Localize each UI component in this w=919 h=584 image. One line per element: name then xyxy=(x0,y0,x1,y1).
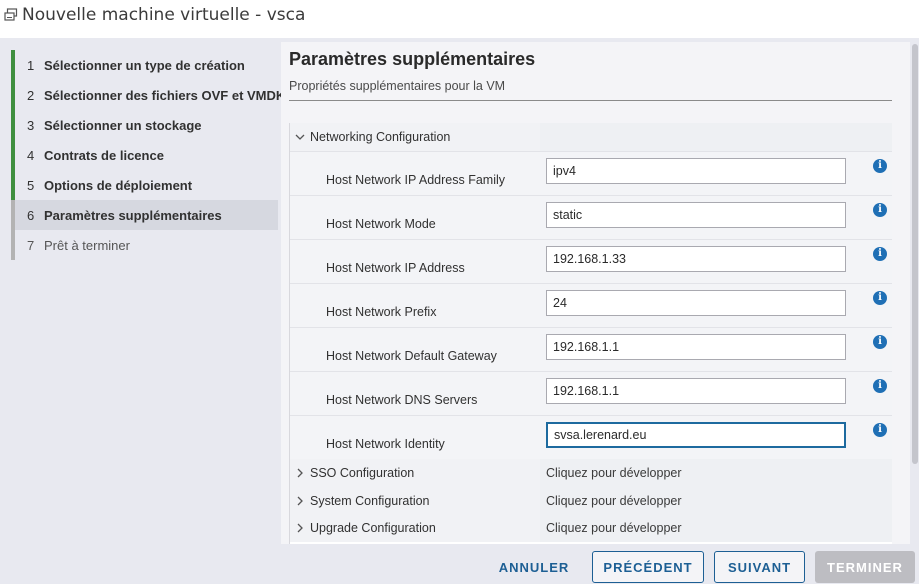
ip-address-input[interactable] xyxy=(546,246,846,272)
previous-button[interactable]: PRÉCÉDENT xyxy=(592,551,704,583)
step-number: 3 xyxy=(27,117,35,133)
chevron-right-icon xyxy=(297,468,303,478)
ip-family-input[interactable] xyxy=(546,158,846,184)
group-label: System Configuration xyxy=(310,494,430,508)
step-2[interactable]: 2 Sélectionner des fichiers OVF et VMDK xyxy=(11,80,285,110)
step-number: 1 xyxy=(27,57,35,73)
cancel-button[interactable]: ANNULER xyxy=(490,551,578,583)
page-title: Paramètres supplémentaires xyxy=(289,49,536,69)
step-number: 5 xyxy=(27,177,35,193)
property-key: Host Network Identity xyxy=(326,437,445,451)
scrollbar[interactable] xyxy=(912,44,918,464)
divider xyxy=(289,100,892,101)
step-4[interactable]: 4 Contrats de licence xyxy=(11,140,278,170)
step-label: Contrats de licence xyxy=(44,147,164,163)
group-upgrade[interactable]: Upgrade Configuration Cliquez pour dével… xyxy=(290,514,892,542)
property-key: Host Network Prefix xyxy=(326,305,437,319)
group-value xyxy=(540,123,892,151)
group-header: Upgrade Configuration xyxy=(290,514,540,542)
group-sso[interactable]: SSO Configuration Cliquez pour développe… xyxy=(290,459,892,487)
prefix-input[interactable] xyxy=(546,290,846,316)
property-key: Host Network Mode xyxy=(326,217,436,231)
step-5[interactable]: 5 Options de déploiement xyxy=(11,170,278,200)
property-key: Host Network IP Address xyxy=(326,261,465,275)
property-row: Host Network Identity i xyxy=(290,415,892,460)
network-mode-input[interactable] xyxy=(546,202,846,228)
group-value: Cliquez pour développer xyxy=(540,459,892,487)
step-label: Paramètres supplémentaires xyxy=(44,207,222,223)
step-1[interactable]: 1 Sélectionner un type de création xyxy=(11,50,278,80)
page-subtitle: Propriétés supplémentaires pour la VM xyxy=(289,79,506,93)
step-number: 6 xyxy=(27,207,35,223)
gateway-input[interactable] xyxy=(546,334,846,360)
info-icon[interactable]: i xyxy=(873,203,887,217)
group-system[interactable]: System Configuration Cliquez pour dévelo… xyxy=(290,487,892,515)
group-header: SSO Configuration xyxy=(290,459,540,487)
step-label: Sélectionner un stockage xyxy=(44,117,202,133)
info-icon[interactable]: i xyxy=(873,423,887,437)
steps-panel: 1 Sélectionner un type de création 2 Sél… xyxy=(0,38,285,544)
property-row: Host Network Prefix i xyxy=(290,283,892,328)
finish-button[interactable]: TERMINER xyxy=(815,551,915,583)
group-value: Cliquez pour développer xyxy=(540,487,892,515)
vm-icon xyxy=(4,8,18,21)
group-header: Networking Configuration xyxy=(290,123,540,151)
group-label: Networking Configuration xyxy=(310,130,451,144)
info-icon[interactable]: i xyxy=(873,291,887,305)
identity-input[interactable] xyxy=(546,422,846,448)
group-value: Cliquez pour développer xyxy=(540,514,892,542)
step-number: 7 xyxy=(27,237,35,253)
info-icon[interactable]: i xyxy=(873,335,887,349)
window-title: Nouvelle machine virtuelle - vsca xyxy=(22,5,306,25)
info-icon[interactable]: i xyxy=(873,247,887,261)
chevron-down-icon xyxy=(295,134,305,140)
info-icon[interactable]: i xyxy=(873,159,887,173)
wizard-footer: ANNULER PRÉCÉDENT SUIVANT TERMINER xyxy=(0,544,919,584)
step-number: 4 xyxy=(27,147,35,163)
property-row: Host Network IP Address Family i xyxy=(290,151,892,196)
step-3[interactable]: 3 Sélectionner un stockage xyxy=(11,110,278,140)
step-6[interactable]: 6 Paramètres supplémentaires xyxy=(11,200,278,230)
next-button[interactable]: SUIVANT xyxy=(714,551,805,583)
step-label: Prêt à terminer xyxy=(44,237,130,253)
property-row: Host Network Default Gateway i xyxy=(290,327,892,372)
chevron-right-icon xyxy=(297,523,303,533)
group-label: Upgrade Configuration xyxy=(310,521,436,535)
properties-table: Networking Configuration Host Network IP… xyxy=(289,123,892,544)
property-row: Host Network Mode i xyxy=(290,195,892,240)
step-label: Sélectionner des fichiers OVF et VMDK xyxy=(44,87,286,103)
group-networking[interactable]: Networking Configuration xyxy=(290,123,892,151)
step-label: Options de déploiement xyxy=(44,177,193,193)
step-7[interactable]: 7 Prêt à terminer xyxy=(11,230,278,260)
title-bar: Nouvelle machine virtuelle - vsca xyxy=(0,0,919,38)
property-row: Host Network IP Address i xyxy=(290,239,892,284)
property-key: Host Network DNS Servers xyxy=(326,393,478,407)
property-key: Host Network Default Gateway xyxy=(326,349,497,363)
step-number: 2 xyxy=(27,87,35,103)
group-header: System Configuration xyxy=(290,487,540,515)
dns-servers-input[interactable] xyxy=(546,378,846,404)
step-label: Sélectionner un type de création xyxy=(44,57,245,73)
property-key: Host Network IP Address Family xyxy=(326,173,505,187)
chevron-right-icon xyxy=(297,496,303,506)
info-icon[interactable]: i xyxy=(873,379,887,393)
group-label: SSO Configuration xyxy=(310,466,415,480)
property-row: Host Network DNS Servers i xyxy=(290,371,892,416)
